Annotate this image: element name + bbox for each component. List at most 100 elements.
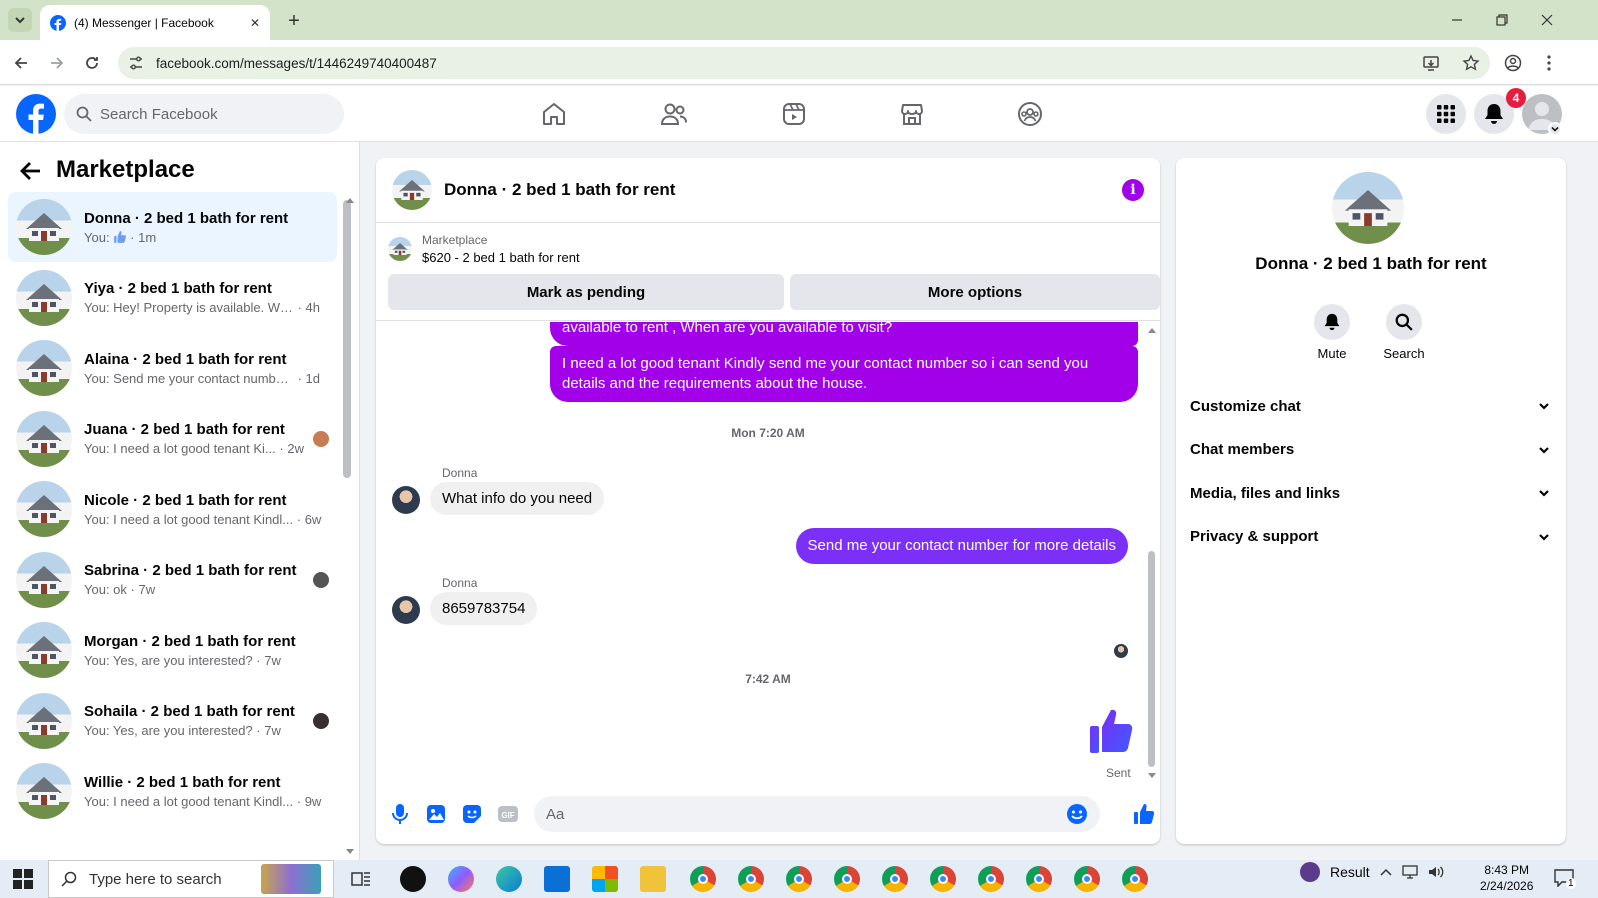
sender-avatar[interactable] (392, 596, 420, 624)
chrome-window-icon[interactable] (1026, 866, 1052, 892)
details-section[interactable]: Media, files and links (1190, 471, 1550, 515)
listing-info[interactable]: Marketplace $620 - 2 bed 1 bath for rent (388, 233, 580, 265)
bookmark-star-icon[interactable] (1462, 54, 1480, 72)
message-incoming[interactable]: 8659783754 (430, 592, 538, 625)
microphone-icon[interactable] (388, 802, 412, 826)
chat-avatar[interactable] (392, 170, 432, 210)
chrome-window-icon[interactable] (690, 866, 716, 892)
marketplace-icon[interactable] (896, 98, 928, 130)
message-outgoing[interactable]: I need a lot good tenant Kindly send me … (550, 346, 1138, 402)
chrome-window-icon[interactable] (738, 866, 764, 892)
photo-icon[interactable] (424, 802, 448, 826)
gif-icon[interactable]: GIF (496, 802, 520, 826)
conversation-avatar (16, 340, 72, 396)
facebook-logo-icon[interactable] (16, 94, 56, 134)
network-icon[interactable] (1402, 865, 1418, 879)
close-tab-icon[interactable]: ✕ (250, 16, 260, 30)
install-app-icon[interactable] (1422, 54, 1440, 72)
url-text[interactable]: facebook.com/messages/t/1446249740400487 (156, 56, 1410, 71)
more-options-button[interactable]: More options (790, 274, 1160, 310)
details-avatar[interactable] (1332, 172, 1404, 244)
chat-header: Donna · 2 bed 1 bath for rent i (376, 158, 1160, 223)
chat-scroll-down-icon[interactable] (1147, 772, 1157, 780)
conversation-item[interactable]: Morgan · 2 bed 1 bath for rent You: Yes, … (8, 615, 337, 685)
chrome-window-icon[interactable] (786, 866, 812, 892)
message-outgoing[interactable]: Send me your contact number for more det… (795, 528, 1128, 564)
conversation-item[interactable]: Nicole · 2 bed 1 bath for rent You: I nee… (8, 474, 337, 544)
chrome-window-icon[interactable] (930, 866, 956, 892)
new-tab-button[interactable]: + (282, 9, 306, 33)
profile-icon[interactable] (1502, 52, 1524, 74)
chrome-window-icon[interactable] (882, 866, 908, 892)
taskbar-search-box[interactable]: Type here to search (48, 860, 334, 898)
chrome-window-icon[interactable] (1122, 866, 1148, 892)
menu-grid-button[interactable] (1426, 94, 1466, 134)
tiktok-app-icon[interactable] (400, 866, 426, 892)
message-input[interactable]: Aa (534, 796, 1100, 832)
back-arrow-icon[interactable] (18, 158, 44, 184)
weather-icon[interactable] (1300, 862, 1320, 882)
forward-icon[interactable] (46, 52, 68, 74)
chat-scrollbar[interactable] (1148, 551, 1155, 767)
scroll-down-arrow-icon[interactable] (345, 848, 355, 856)
omnibox[interactable]: facebook.com/messages/t/1446249740400487 (118, 47, 1490, 79)
chat-scroll-up-icon[interactable] (1147, 326, 1157, 334)
groups-icon[interactable] (1014, 98, 1046, 130)
conversation-item[interactable]: Donna · 2 bed 1 bath for rent You: · 1m (8, 192, 337, 262)
conversation-item[interactable]: Alaina · 2 bed 1 bath for rent You: Send … (8, 333, 337, 403)
mark-as-pending-button[interactable]: Mark as pending (388, 274, 784, 310)
conversation-item[interactable]: Juana · 2 bed 1 bath for rent You: I need… (8, 404, 337, 474)
notification-center-icon[interactable]: 1 (1552, 866, 1576, 890)
restore-icon[interactable] (1492, 10, 1512, 30)
weather-label[interactable]: Result (1330, 864, 1370, 880)
chrome-window-icon[interactable] (978, 866, 1004, 892)
conversation-item[interactable]: Willie · 2 bed 1 bath for rent You: I nee… (8, 756, 337, 826)
conversation-item[interactable]: Yiya · 2 bed 1 bath for rent You: Hey! Pr… (8, 263, 337, 333)
store-app-icon[interactable] (592, 866, 618, 892)
sender-avatar[interactable] (392, 486, 420, 514)
windows-start-icon[interactable] (12, 868, 34, 890)
details-section[interactable]: Customize chat (1190, 384, 1550, 428)
back-icon[interactable] (10, 52, 32, 74)
message-incoming[interactable]: What info do you need (430, 482, 605, 515)
reload-icon[interactable] (81, 52, 103, 74)
sidebar-scrollbar[interactable] (343, 200, 351, 478)
edge-browser-icon[interactable] (496, 866, 522, 892)
tab-search-button[interactable] (8, 8, 32, 32)
chrome-window-icon[interactable] (1074, 866, 1100, 892)
house-photo-icon (1344, 190, 1392, 226)
copilot-app-icon[interactable] (448, 866, 474, 892)
info-icon[interactable]: i (1122, 179, 1144, 201)
details-section[interactable]: Privacy & support (1190, 515, 1550, 559)
message-outgoing[interactable]: available to rent , When are you availab… (550, 322, 1138, 346)
like-send-icon[interactable] (1132, 802, 1156, 826)
site-settings-icon[interactable] (128, 55, 144, 71)
friends-icon[interactable] (658, 98, 690, 130)
emoji-icon[interactable] (1066, 803, 1088, 825)
minimize-icon[interactable] (1447, 10, 1467, 30)
scroll-up-arrow-icon[interactable] (345, 196, 355, 204)
chat-title[interactable]: Donna · 2 bed 1 bath for rent (444, 180, 1110, 200)
clock-date: 2/24/2026 (1480, 879, 1534, 893)
mute-button[interactable]: Mute (1302, 304, 1362, 361)
task-view-icon[interactable] (350, 868, 372, 890)
tray-chevron-up-icon[interactable] (1380, 868, 1392, 876)
chrome-window-icon[interactable] (834, 866, 860, 892)
large-like-icon[interactable] (1088, 706, 1136, 756)
details-section[interactable]: Chat members (1190, 428, 1550, 472)
home-icon[interactable] (538, 98, 570, 130)
volume-icon[interactable] (1428, 865, 1444, 879)
account-chevron-icon[interactable] (1548, 122, 1562, 136)
video-icon[interactable] (778, 98, 810, 130)
mail-app-icon[interactable] (544, 866, 570, 892)
conversation-item[interactable]: Sohaila · 2 bed 1 bath for rent You: Yes,… (8, 686, 337, 756)
search-in-chat-button[interactable]: Search (1374, 304, 1434, 361)
browser-tab[interactable]: (4) Messenger | Facebook ✕ (40, 5, 270, 40)
taskbar-clock[interactable]: 8:43 PM 2/24/2026 (1480, 862, 1533, 894)
facebook-search-input[interactable]: Search Facebook (64, 94, 344, 134)
sticker-icon[interactable] (460, 802, 484, 826)
menu-kebab-icon[interactable] (1538, 52, 1560, 74)
file-explorer-icon[interactable] (640, 866, 666, 892)
close-window-icon[interactable] (1537, 10, 1557, 30)
conversation-item[interactable]: Sabrina · 2 bed 1 bath for rent You: ok ·… (8, 545, 337, 615)
